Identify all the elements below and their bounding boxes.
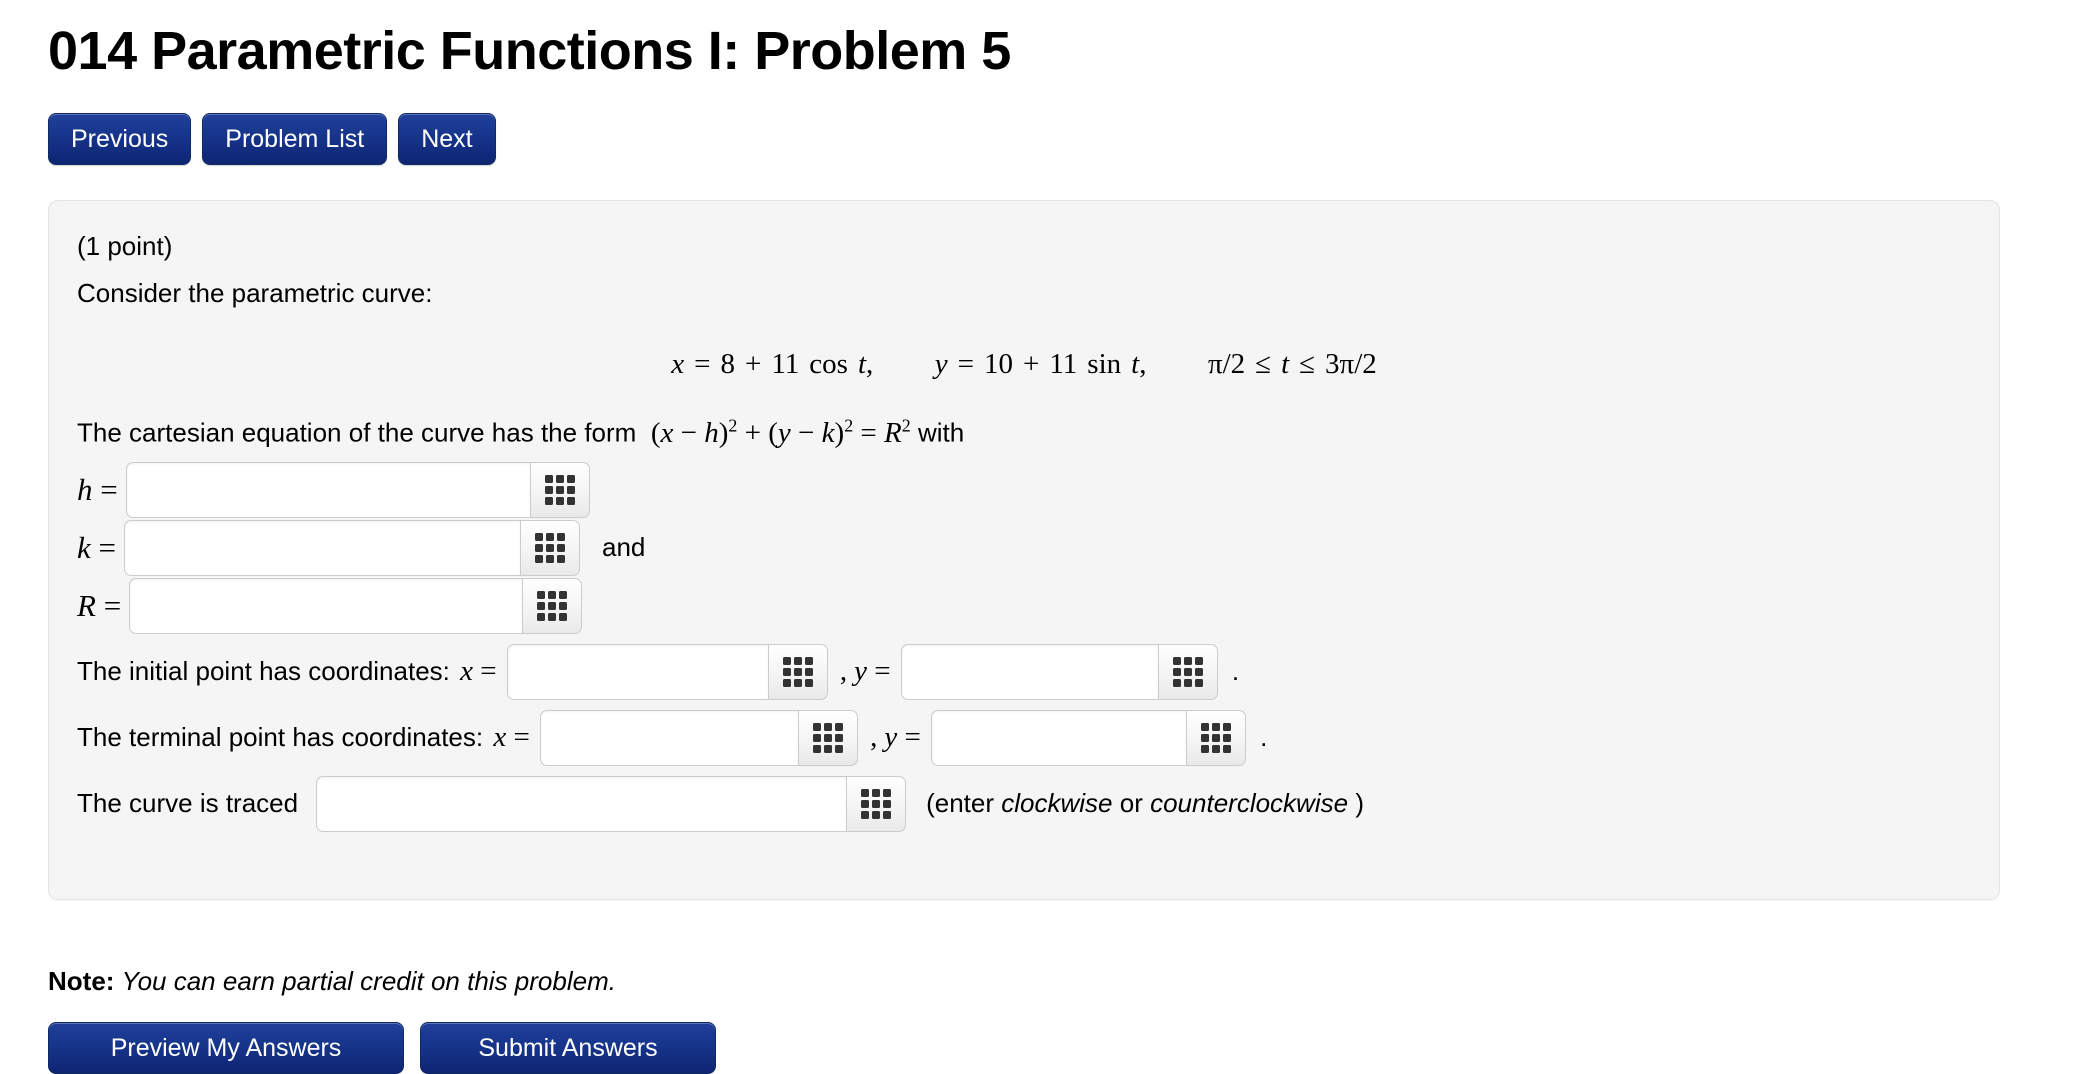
note-label: Note: [48, 966, 115, 996]
problem-navigation-bar: Previous Problem List Next [48, 113, 496, 165]
answer-row-R: R = [77, 577, 1971, 634]
terminal-y-answer-input[interactable] [931, 709, 1187, 766]
R-input-group [129, 577, 583, 634]
h-label: h = [77, 471, 118, 507]
initial-y-keyboard-toggle-button[interactable] [1157, 643, 1218, 700]
traced-direction-hint: (enter clockwise or counterclockwise ) [926, 788, 1364, 819]
note-text: You can earn partial credit on this prob… [121, 966, 616, 996]
cartesian-prefix-text: The cartesian equation of the curve has … [77, 417, 637, 448]
traced-keyboard-toggle-button[interactable] [846, 775, 907, 832]
initial-y-label: y = [854, 655, 891, 688]
h-input-group [125, 461, 590, 518]
terminal-x-answer-input[interactable] [540, 709, 799, 766]
traced-prefix-text: The curve is traced [77, 788, 299, 819]
initial-x-input-group [506, 643, 828, 700]
keyboard-grid-icon [1172, 656, 1203, 687]
webwork-problem-page: 014 Parametric Functions I: Problem 5 Pr… [0, 0, 2088, 1074]
k-answer-input[interactable] [124, 519, 520, 576]
and-connector-text: and [602, 532, 646, 563]
h-keyboard-toggle-button[interactable] [529, 461, 590, 518]
terminal-point-comma: , [870, 721, 878, 754]
answer-row-traced-direction: The curve is traced (enter clockwise or … [77, 775, 1971, 832]
initial-x-answer-input[interactable] [506, 643, 768, 700]
answer-row-k: k = and [77, 519, 1971, 576]
cartesian-form-line: The cartesian equation of the curve has … [77, 415, 1971, 450]
answer-row-initial-point: The initial point has coordinates: x = ,… [77, 643, 1971, 700]
problem-list-button[interactable]: Problem List [202, 113, 388, 165]
keyboard-grid-icon [861, 788, 892, 819]
terminal-y-input-group [931, 709, 1247, 766]
submit-answers-button[interactable]: Submit Answers [420, 1022, 716, 1074]
problem-intro-text: Consider the parametric curve: [77, 278, 433, 309]
R-label: R = [77, 587, 122, 623]
terminal-x-keyboard-toggle-button[interactable] [798, 709, 859, 766]
next-button[interactable]: Next [398, 113, 496, 165]
terminal-point-prefix: The terminal point has coordinates: [77, 722, 484, 753]
R-keyboard-toggle-button[interactable] [522, 577, 583, 634]
initial-y-answer-input[interactable] [900, 643, 1158, 700]
traced-input-group [316, 775, 907, 832]
terminal-x-input-group [540, 709, 859, 766]
terminal-point-period: . [1260, 722, 1268, 753]
parametric-equation-display: x = 8 +11 cos t, y = 10 +11 sin t, π/2 ≤ t ≤3π/2 [77, 345, 1971, 381]
keyboard-grid-icon [544, 474, 575, 505]
points-label: (1 point) [77, 231, 173, 261]
equation-parameter-domain: π/2 ≤ t ≤3π/2 [1207, 348, 1377, 381]
problem-panel-content: (1 point) Consider the parametric curve:… [49, 201, 1999, 832]
initial-point-prefix: The initial point has coordinates: [77, 656, 450, 687]
cartesian-suffix-text: with [917, 417, 965, 448]
keyboard-grid-icon [782, 656, 813, 687]
partial-credit-note: Note: You can earn partial credit on thi… [48, 966, 616, 997]
initial-y-input-group [900, 643, 1218, 700]
answer-row-terminal-point: The terminal point has coordinates: x = … [77, 709, 1971, 766]
preview-my-answers-button[interactable]: Preview My Answers [48, 1022, 404, 1074]
equation-x-component: x = 8 +11 cos t, [671, 348, 874, 381]
terminal-y-keyboard-toggle-button[interactable] [1186, 709, 1247, 766]
k-keyboard-toggle-button[interactable] [520, 519, 580, 576]
terminal-y-label: y = [884, 721, 921, 754]
page-title: 014 Parametric Functions I: Problem 5 [48, 21, 1011, 82]
k-label: k = [77, 529, 116, 565]
equation-y-component: y = 10 +11 sin t, [934, 348, 1147, 381]
problem-panel: (1 point) Consider the parametric curve:… [48, 200, 2000, 900]
keyboard-grid-icon [813, 722, 844, 753]
initial-x-label: x = [460, 655, 497, 688]
answer-rows: h = k = and R = The initial point has co… [77, 461, 1971, 832]
terminal-x-label: x = [493, 721, 530, 754]
initial-point-period: . [1231, 656, 1240, 687]
traced-direction-answer-input[interactable] [316, 775, 847, 832]
initial-x-keyboard-toggle-button[interactable] [767, 643, 828, 700]
keyboard-grid-icon [1201, 722, 1232, 753]
keyboard-grid-icon [537, 590, 568, 621]
initial-point-comma: , [839, 655, 848, 688]
answer-row-h: h = [77, 461, 1971, 518]
answer-action-bar: Preview My Answers Submit Answers [48, 1022, 716, 1074]
cartesian-formula: (x − h)2 + (y − k)2 = R2 [650, 415, 911, 449]
previous-button[interactable]: Previous [48, 113, 192, 165]
h-answer-input[interactable] [125, 461, 530, 518]
R-answer-input[interactable] [129, 577, 523, 634]
k-input-group [124, 519, 580, 576]
keyboard-grid-icon [535, 532, 565, 563]
